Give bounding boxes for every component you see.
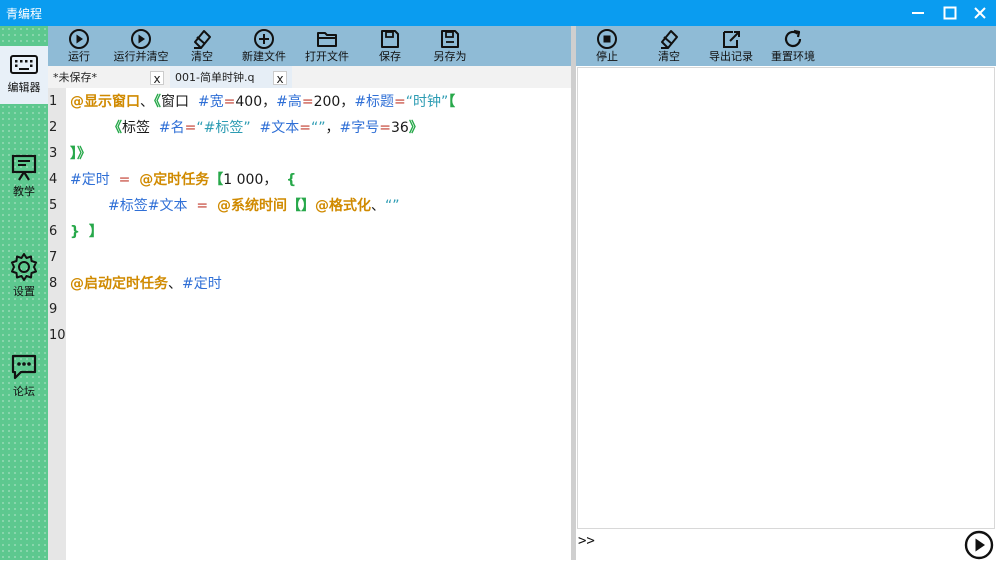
open-file-button-label: 打开文件 (305, 50, 349, 63)
sidebar-item-label: 设置 (13, 285, 35, 298)
line-number: 3 (49, 146, 58, 161)
export-icon (723, 31, 740, 48)
tab-close-button[interactable]: x (150, 71, 164, 86)
close-button[interactable] (964, 0, 996, 26)
line-number: 1 (49, 94, 58, 109)
save-button-label: 保存 (379, 50, 401, 63)
save-as-icon (441, 30, 459, 48)
code-line: } 】 (70, 224, 103, 240)
keyboard-icon (10, 55, 38, 74)
run-button-label: 运行 (68, 50, 90, 63)
tab-close-button[interactable]: x (273, 71, 287, 86)
code-line: @启动定时任务、#定时 (70, 276, 222, 292)
reset-environment-button-label: 重置环境 (771, 50, 815, 63)
title-bar: 青编程 (0, 0, 996, 26)
sidebar-item-label: 教学 (13, 185, 35, 198)
gear-icon (11, 253, 37, 281)
sidebar-item-settings[interactable]: 设置 (0, 248, 48, 306)
code-line: 《标签 #名=“#标签” #文本=“”，#字号=36》 (108, 120, 423, 136)
maximize-button[interactable] (934, 0, 966, 26)
teacher-board-icon (11, 154, 37, 181)
export-log-button[interactable]: 导出记录 (706, 26, 756, 66)
run-and-clear-button[interactable]: 运行并清空 (108, 26, 174, 66)
run-button[interactable]: 运行 (60, 26, 98, 66)
code-editor[interactable]: @显示窗口、《窗口 #宽=400，#高=200，#标题=“时钟”【 《标签 #名… (70, 88, 570, 560)
save-as-button[interactable]: 另存为 (430, 26, 470, 66)
console-send-button[interactable] (964, 530, 994, 564)
line-number: 8 (49, 276, 58, 291)
plus-circle-icon (254, 29, 274, 49)
minimize-icon (912, 12, 924, 14)
new-file-button-label: 新建文件 (242, 50, 286, 63)
save-icon (381, 30, 399, 48)
pane-splitter[interactable] (571, 26, 576, 560)
tab-bar: *未保存* x 001-简单时钟.q x (48, 66, 571, 88)
chat-bubble-icon (11, 354, 37, 380)
console-toolbar: 停止 清空 导出记录 重置环境 (576, 26, 996, 66)
line-number: 9 (49, 302, 58, 317)
line-number: 6 (49, 224, 58, 239)
tab-unsaved[interactable]: *未保存* x (48, 66, 168, 88)
sidebar-item-label: 论坛 (13, 385, 35, 398)
folder-icon (317, 32, 337, 47)
clear-console-button-label: 清空 (658, 50, 680, 63)
tab-label: *未保存* (53, 71, 97, 84)
tab-file-clock[interactable]: 001-简单时钟.q x (170, 66, 292, 88)
refresh-icon (784, 29, 802, 48)
tab-label: 001-简单时钟.q (175, 71, 255, 84)
sidebar-item-editor[interactable]: 编辑器 (0, 46, 48, 104)
sidebar: 编辑器 教学 设置 论坛 (0, 26, 48, 560)
play-icon (69, 29, 89, 49)
play-icon (131, 29, 151, 49)
sidebar-item-forum[interactable]: 论坛 (0, 348, 48, 406)
clear-editor-button-label: 清空 (191, 50, 213, 63)
stop-button[interactable]: 停止 (592, 26, 622, 66)
open-file-button[interactable]: 打开文件 (301, 26, 353, 66)
save-as-button-label: 另存为 (433, 50, 467, 63)
line-number: 10 (49, 328, 66, 343)
console-output[interactable] (577, 67, 995, 529)
line-number: 7 (49, 250, 58, 265)
sidebar-item-teaching[interactable]: 教学 (0, 148, 48, 206)
minimize-button[interactable] (902, 0, 934, 26)
code-line: #标签#文本 = @系统时间【】@格式化、“” (108, 198, 400, 214)
line-number: 5 (49, 198, 58, 213)
editor-toolbar: 运行 运行并清空 清空 新建文件 打开文件 保存 另存为 (48, 26, 571, 66)
run-and-clear-button-label: 运行并清空 (113, 50, 169, 63)
code-line: 】》 (70, 146, 91, 162)
console-prompt: >> (578, 533, 595, 549)
console-input[interactable] (602, 531, 962, 557)
maximize-icon (943, 6, 957, 20)
export-log-button-label: 导出记录 (709, 50, 753, 63)
eraser-icon (661, 30, 678, 49)
reset-environment-button[interactable]: 重置环境 (766, 26, 820, 66)
app-title: 青编程 (6, 7, 43, 21)
close-icon (974, 7, 986, 19)
sidebar-item-label: 编辑器 (7, 81, 41, 94)
code-line: @显示窗口、《窗口 #宽=400，#高=200，#标题=“时钟”【 (70, 94, 456, 110)
save-button[interactable]: 保存 (375, 26, 405, 66)
stop-button-label: 停止 (596, 50, 618, 63)
eraser-icon (194, 30, 211, 49)
clear-editor-button[interactable]: 清空 (186, 26, 218, 66)
code-line: #定时 = @定时任务【1 000， { (70, 172, 297, 188)
run-circle-icon (964, 530, 994, 560)
clear-console-button[interactable]: 清空 (654, 26, 684, 66)
line-number: 4 (49, 172, 58, 187)
stop-icon (597, 29, 617, 49)
line-number: 2 (49, 120, 58, 135)
new-file-button[interactable]: 新建文件 (238, 26, 290, 66)
